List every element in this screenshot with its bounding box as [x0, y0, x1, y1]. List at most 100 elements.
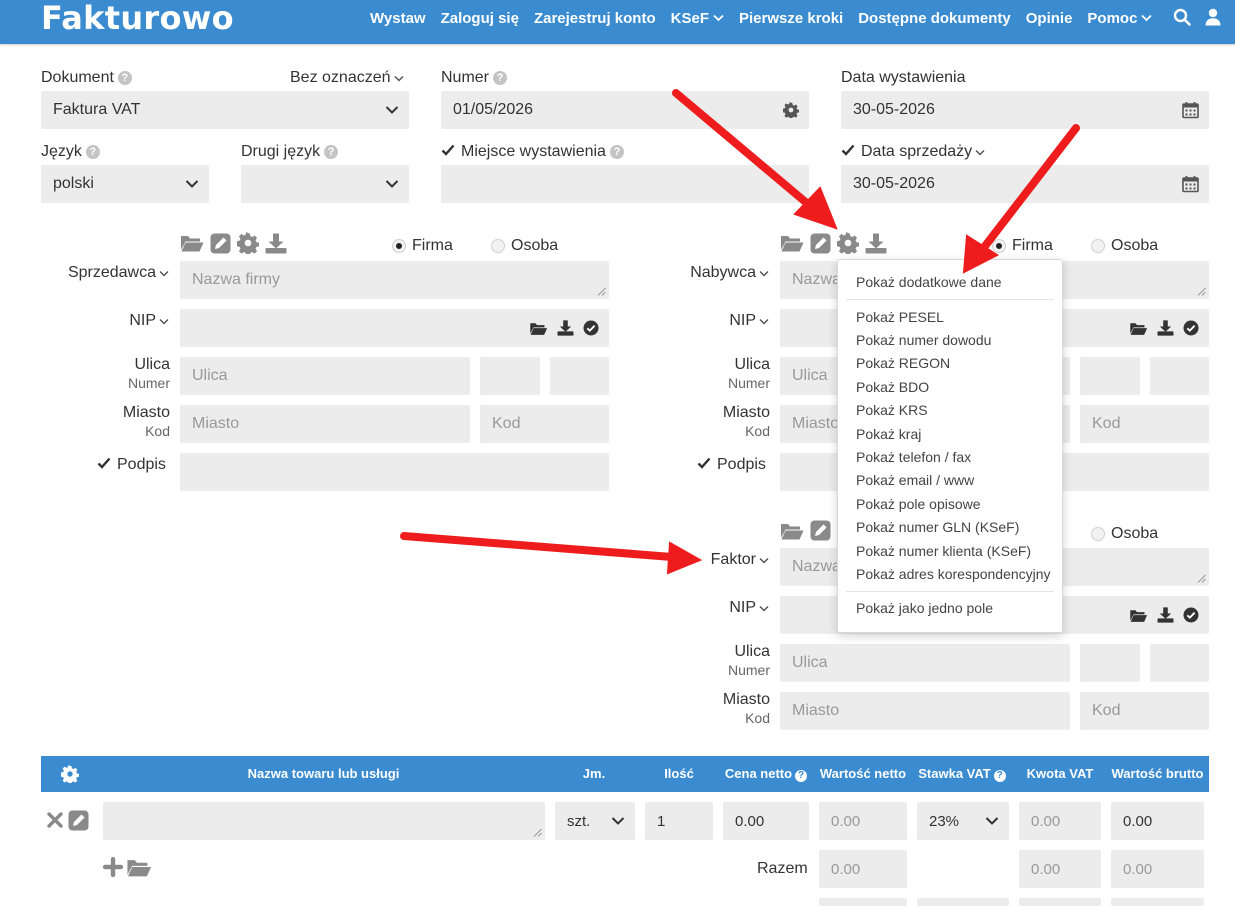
nav-wystaw[interactable]: Wystaw	[370, 8, 426, 28]
nav-zaloguj[interactable]: Zaloguj się	[441, 8, 519, 28]
download-icon[interactable]	[1157, 607, 1174, 623]
item-ilosc-input[interactable]: 1	[645, 802, 713, 840]
help-icon[interactable]: ?	[609, 145, 624, 159]
seller-name-input[interactable]: Nazwa firmy	[180, 261, 609, 299]
seller-nip-label[interactable]: NIP	[129, 312, 169, 330]
site-logo[interactable]: Fakturowo	[41, 0, 234, 36]
delete-row-icon[interactable]	[47, 812, 63, 828]
calendar-icon[interactable]	[1182, 102, 1199, 119]
faktor-title[interactable]: Faktor	[711, 551, 769, 569]
resize-handle-icon[interactable]	[533, 828, 542, 837]
seller-ulica-input[interactable]: Ulica	[180, 357, 470, 395]
download-icon[interactable]	[1157, 320, 1174, 336]
seller-podpis-input[interactable]	[180, 453, 609, 491]
data-wystawienia-input[interactable]: 30-05-2026	[841, 91, 1209, 129]
edit-icon[interactable]	[810, 520, 831, 541]
folder-open-icon[interactable]	[180, 233, 204, 253]
calendar-icon[interactable]	[1182, 176, 1199, 193]
edit-icon[interactable]	[68, 810, 89, 831]
help-icon[interactable]: ?	[493, 71, 508, 85]
item-cena-netto-input[interactable]: 0.00	[723, 802, 809, 840]
checkbox-checked-icon[interactable]	[441, 143, 455, 157]
nav-zarejestruj[interactable]: Zarejestruj konto	[534, 8, 656, 28]
item-stawka-vat-select[interactable]: 23%	[917, 802, 1009, 840]
faktor-kod-input[interactable]: Kod	[1080, 692, 1209, 730]
menu-item-telefon-fax[interactable]: Pokaż telefon / fax	[856, 449, 971, 465]
gear-icon[interactable]	[237, 232, 259, 254]
seller-title[interactable]: Sprzedawca	[68, 264, 169, 282]
item-jm-select[interactable]: szt.	[555, 802, 635, 840]
faktor-numer-input[interactable]	[1080, 644, 1140, 682]
folder-open-icon[interactable]	[126, 857, 152, 878]
faktor-lokal-input[interactable]	[1150, 644, 1209, 682]
check-circle-icon[interactable]	[1183, 320, 1199, 336]
seller-radio-osoba[interactable]: Osoba	[491, 237, 558, 255]
nav-pomoc[interactable]: Pomoc	[1087, 8, 1153, 28]
user-icon[interactable]	[1205, 8, 1221, 26]
checkbox-checked-icon[interactable]	[697, 456, 711, 470]
seller-radio-firma[interactable]: Firma	[392, 237, 453, 255]
folder-open-icon[interactable]	[780, 521, 804, 541]
resize-handle-icon[interactable]	[1197, 574, 1206, 583]
menu-item-regon[interactable]: Pokaż REGON	[856, 355, 950, 371]
bez-oznaczen-toggle[interactable]: Bez oznaczeń	[290, 69, 404, 87]
item-name-input[interactable]	[103, 802, 545, 840]
checkbox-checked-icon[interactable]	[97, 456, 111, 470]
resize-handle-icon[interactable]	[597, 287, 606, 296]
search-icon[interactable]	[1173, 8, 1191, 26]
buyer-lokal-input[interactable]	[1150, 357, 1209, 395]
buyer-nip-label[interactable]: NIP	[729, 312, 769, 330]
nav-ksef[interactable]: KSeF	[671, 8, 724, 28]
help-icon[interactable]: ?	[993, 770, 1006, 782]
chevron-down-icon[interactable]	[975, 149, 985, 156]
folder-open-icon[interactable]	[780, 233, 804, 253]
menu-item-pole-opisowe[interactable]: Pokaż pole opisowe	[856, 496, 981, 512]
numer-input[interactable]: 01/05/2026	[441, 91, 809, 129]
menu-item-numer-dowodu[interactable]: Pokaż numer dowodu	[856, 332, 991, 348]
seller-nip-input[interactable]	[180, 309, 609, 347]
check-circle-icon[interactable]	[1183, 607, 1199, 623]
menu-item-dodatkowe-dane[interactable]: Pokaż dodatkowe dane	[856, 274, 1002, 290]
add-row-icon[interactable]	[103, 857, 123, 877]
help-icon[interactable]: ?	[795, 770, 808, 782]
help-icon[interactable]: ?	[85, 145, 100, 159]
nav-dostepne-dokumenty[interactable]: Dostępne dokumenty	[858, 8, 1011, 28]
help-icon[interactable]: ?	[117, 71, 132, 85]
seller-kod-input[interactable]: Kod	[480, 405, 609, 443]
gear-icon[interactable]	[783, 102, 799, 118]
folder-open-icon[interactable]	[1129, 608, 1148, 623]
menu-item-email-www[interactable]: Pokaż email / www	[856, 472, 974, 488]
menu-item-jedno-pole[interactable]: Pokaż jako jedno pole	[856, 600, 993, 616]
resize-handle-icon[interactable]	[1197, 287, 1206, 296]
faktor-radio-osoba[interactable]: Osoba	[1091, 525, 1158, 543]
folder-open-icon[interactable]	[1129, 321, 1148, 336]
seller-miasto-input[interactable]: Miasto	[180, 405, 470, 443]
item-kwota-vat-input[interactable]: 0.00	[1019, 802, 1101, 840]
drugi-jezyk-select[interactable]	[241, 165, 409, 203]
faktor-ulica-input[interactable]: Ulica	[780, 644, 1070, 682]
buyer-kod-input[interactable]: Kod	[1080, 405, 1209, 443]
menu-item-pesel[interactable]: Pokaż PESEL	[856, 309, 944, 325]
help-icon[interactable]: ?	[324, 145, 339, 159]
folder-open-icon[interactable]	[529, 321, 548, 336]
menu-item-adres-korespondencyjny[interactable]: Pokaż adres korespondencyjny	[856, 566, 1051, 582]
jezyk-select[interactable]: polski	[41, 165, 209, 203]
download-icon[interactable]	[265, 233, 287, 254]
check-circle-icon[interactable]	[583, 320, 599, 336]
menu-item-numer-gln[interactable]: Pokaż numer GLN (KSeF)	[856, 519, 1019, 535]
dokument-select[interactable]: Faktura VAT	[41, 91, 409, 129]
miejsce-wystawienia-input[interactable]	[441, 165, 809, 203]
item-wartosc-brutto-input[interactable]: 0.00	[1111, 802, 1204, 840]
item-wartosc-netto-input[interactable]: 0.00	[819, 802, 907, 840]
menu-item-bdo[interactable]: Pokaż BDO	[856, 379, 929, 395]
download-icon[interactable]	[557, 320, 574, 336]
nav-pierwsze-kroki[interactable]: Pierwsze kroki	[739, 8, 843, 28]
buyer-numer-input[interactable]	[1080, 357, 1140, 395]
seller-numer-input[interactable]	[480, 357, 540, 395]
gear-icon[interactable]	[837, 232, 859, 254]
menu-item-krs[interactable]: Pokaż KRS	[856, 402, 928, 418]
buyer-title[interactable]: Nabywca	[690, 264, 769, 282]
faktor-nip-label[interactable]: NIP	[729, 599, 769, 617]
faktor-miasto-input[interactable]: Miasto	[780, 692, 1070, 730]
checkbox-checked-icon[interactable]	[841, 143, 855, 157]
